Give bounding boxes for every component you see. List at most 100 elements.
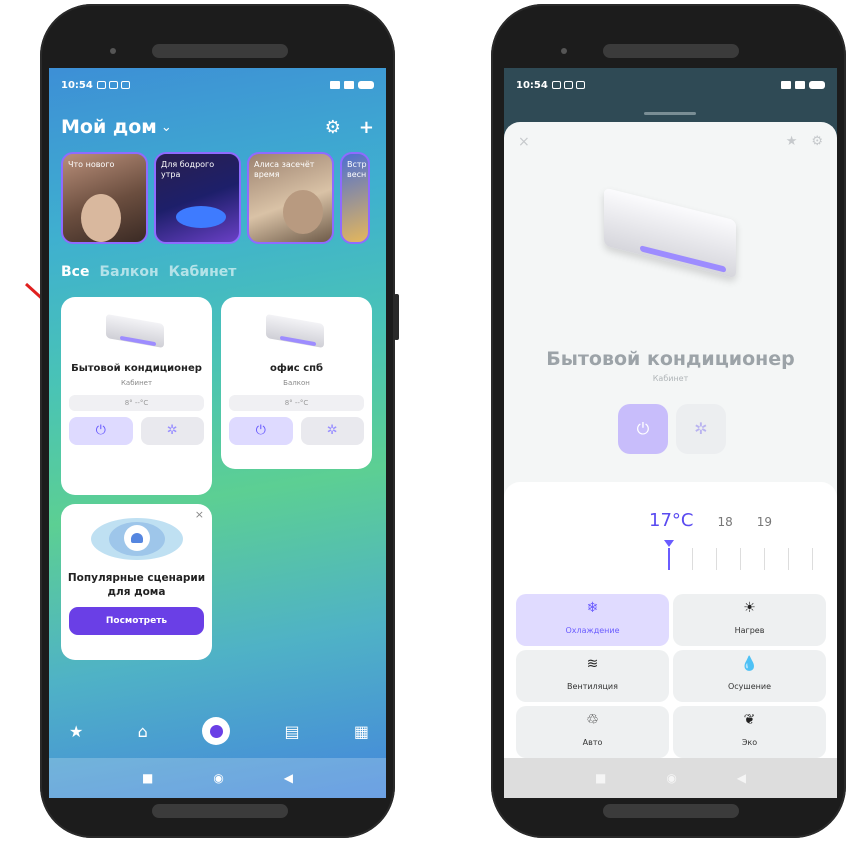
status-time: 10:54 [516,79,548,91]
mode-auto[interactable]: ♲ Авто [516,706,669,758]
slider-pointer[interactable] [668,548,670,570]
home-screen: 10:54 Мой дом ⌄ ⚙ + Что нового Для бодро [49,68,386,798]
device-card-ac-office[interactable]: офис спб Балкон 8° --°C ⏻ ✲ [221,297,372,469]
status-bar: 10:54 [49,68,386,102]
phone-left: 10:54 Мой дом ⌄ ⚙ + Что нового Для бодро [40,4,399,838]
recycle-icon: ♲ [586,712,599,728]
view-scenarios-button[interactable]: Посмотреть [69,607,204,636]
mode-label: Охлаждение [565,626,620,635]
fan-button[interactable]: ✲ [300,416,364,445]
power-icon: ⏻ [636,419,650,438]
home-icon[interactable]: ⌂ [138,722,148,741]
home-title[interactable]: Мой дом [61,116,157,138]
recents-icon[interactable]: ■ [595,771,606,785]
room-filters: Все Балкон Кабинет [61,264,236,280]
filter-balcony[interactable]: Балкон [99,264,158,280]
close-icon[interactable]: × [195,508,204,521]
device-sheet: × ★ ⚙ Бытовой кондиционер Кабинет ⏻ ✲ 17… [504,122,837,798]
scenarios-title: Популярные сценарии для дома [67,572,206,598]
grid-icon[interactable]: ▦ [354,722,369,741]
bell-icon [90,518,183,560]
system-nav: ■ ◉ ◀ [504,758,837,798]
device-temperature: 8° --°C [229,394,364,411]
back-icon[interactable]: ◀ [737,771,746,785]
fan-icon: ✲ [326,422,338,438]
mode-ventilation[interactable]: ≋ Вентиляция [516,650,669,702]
sun-icon: ☀ [743,600,756,616]
recents-icon[interactable]: ■ [142,771,153,785]
system-nav: ■ ◉ ◀ [49,758,386,798]
stories-row: Что нового Для бодрого утра Алиса засечё… [61,152,386,244]
home-circle-icon[interactable]: ◉ [213,771,223,785]
temperature-picker[interactable]: 17°C 18 19 [649,510,772,531]
temperature-slider[interactable] [664,538,837,572]
filter-all[interactable]: Все [61,264,89,280]
story-card[interactable]: Для бодрого утра [154,152,241,244]
device-temperature: 8° --°C [69,394,204,411]
star-icon[interactable]: ★ [69,722,83,741]
story-label: Встр весн [347,160,367,179]
fan-button[interactable]: ✲ [676,404,726,454]
mode-label: Эко [741,738,758,747]
control-panel: 17°C 18 19 ❄ Охлаждение ☀ Нагрев ≋ Венти… [504,482,837,798]
story-card[interactable]: Алиса засечёт время [247,152,334,244]
story-card[interactable]: Что нового [61,152,148,244]
air-conditioner-image [105,311,168,351]
speaker [152,44,288,58]
drop-icon: 💧 [740,656,759,672]
signal-icon [330,81,340,89]
gear-icon[interactable]: ⚙ [811,134,823,149]
story-card[interactable]: Встр весн [340,152,370,244]
bottom-speaker [152,804,288,818]
scenarios-card: × Популярные сценарии для дома Посмотрет… [61,504,212,660]
mode-grid: ❄ Охлаждение ☀ Нагрев ≋ Вентиляция 💧 Осу… [516,594,826,758]
system-status-icons [330,81,374,89]
power-button[interactable]: ⏻ [69,416,133,445]
device-name: Бытовой кондиционер [71,363,202,374]
power-icon: ⏻ [255,422,266,438]
story-label: Алиса засечёт время [254,160,315,179]
home-header: Мой дом ⌄ ⚙ + [61,112,374,142]
camera [561,48,567,54]
camera [110,48,116,54]
sheet-handle[interactable] [644,112,696,115]
device-name: офис спб [269,363,324,374]
battery-icon [358,81,374,89]
alice-icon[interactable] [202,717,231,745]
power-button[interactable]: ⏻ [229,416,293,445]
temperature-option[interactable]: 18 [717,515,732,529]
device-room: Кабинет [652,374,689,383]
mode-eco[interactable]: ❦ Эко [673,706,826,758]
temperature-option[interactable]: 19 [757,515,772,529]
story-label: Что нового [68,160,115,169]
phone-right: 10:54 × ★ ⚙ Бытовой кондиционер Кабинет … [491,4,846,838]
battery-icon [809,81,825,89]
gear-icon[interactable]: ⚙ [325,117,341,138]
mode-cooling[interactable]: ❄ Охлаждение [516,594,669,646]
notification-icons [96,81,130,89]
snowflake-icon: ❄ [586,600,599,616]
wifi-icon [344,81,354,89]
story-label: Для бодрого утра [161,160,215,179]
notification-icons [551,81,585,89]
leaf-icon: ❦ [743,712,756,728]
back-icon[interactable]: ◀ [284,771,293,785]
air-conditioner-image [604,186,744,296]
chevron-down-icon[interactable]: ⌄ [161,120,172,135]
device-card-ac-household[interactable]: Бытовой кондиционер Кабинет 8° --°C ⏻ ✲ [61,297,212,495]
tv-icon[interactable]: ▤ [284,722,299,741]
mode-heating[interactable]: ☀ Нагрев [673,594,826,646]
bottom-speaker [603,804,739,818]
mode-dehumidify[interactable]: 💧 Осушение [673,650,826,702]
close-icon[interactable]: × [518,134,530,150]
power-icon: ⏻ [95,422,106,438]
wifi-icon [795,81,805,89]
mode-label: Вентиляция [567,682,618,691]
home-circle-icon[interactable]: ◉ [666,771,676,785]
filter-office[interactable]: Кабинет [169,264,237,280]
fan-button[interactable]: ✲ [140,416,204,445]
power-button[interactable]: ⏻ [618,404,668,454]
air-conditioner-image [265,311,328,351]
star-icon[interactable]: ★ [786,134,798,149]
plus-icon[interactable]: + [359,117,374,138]
